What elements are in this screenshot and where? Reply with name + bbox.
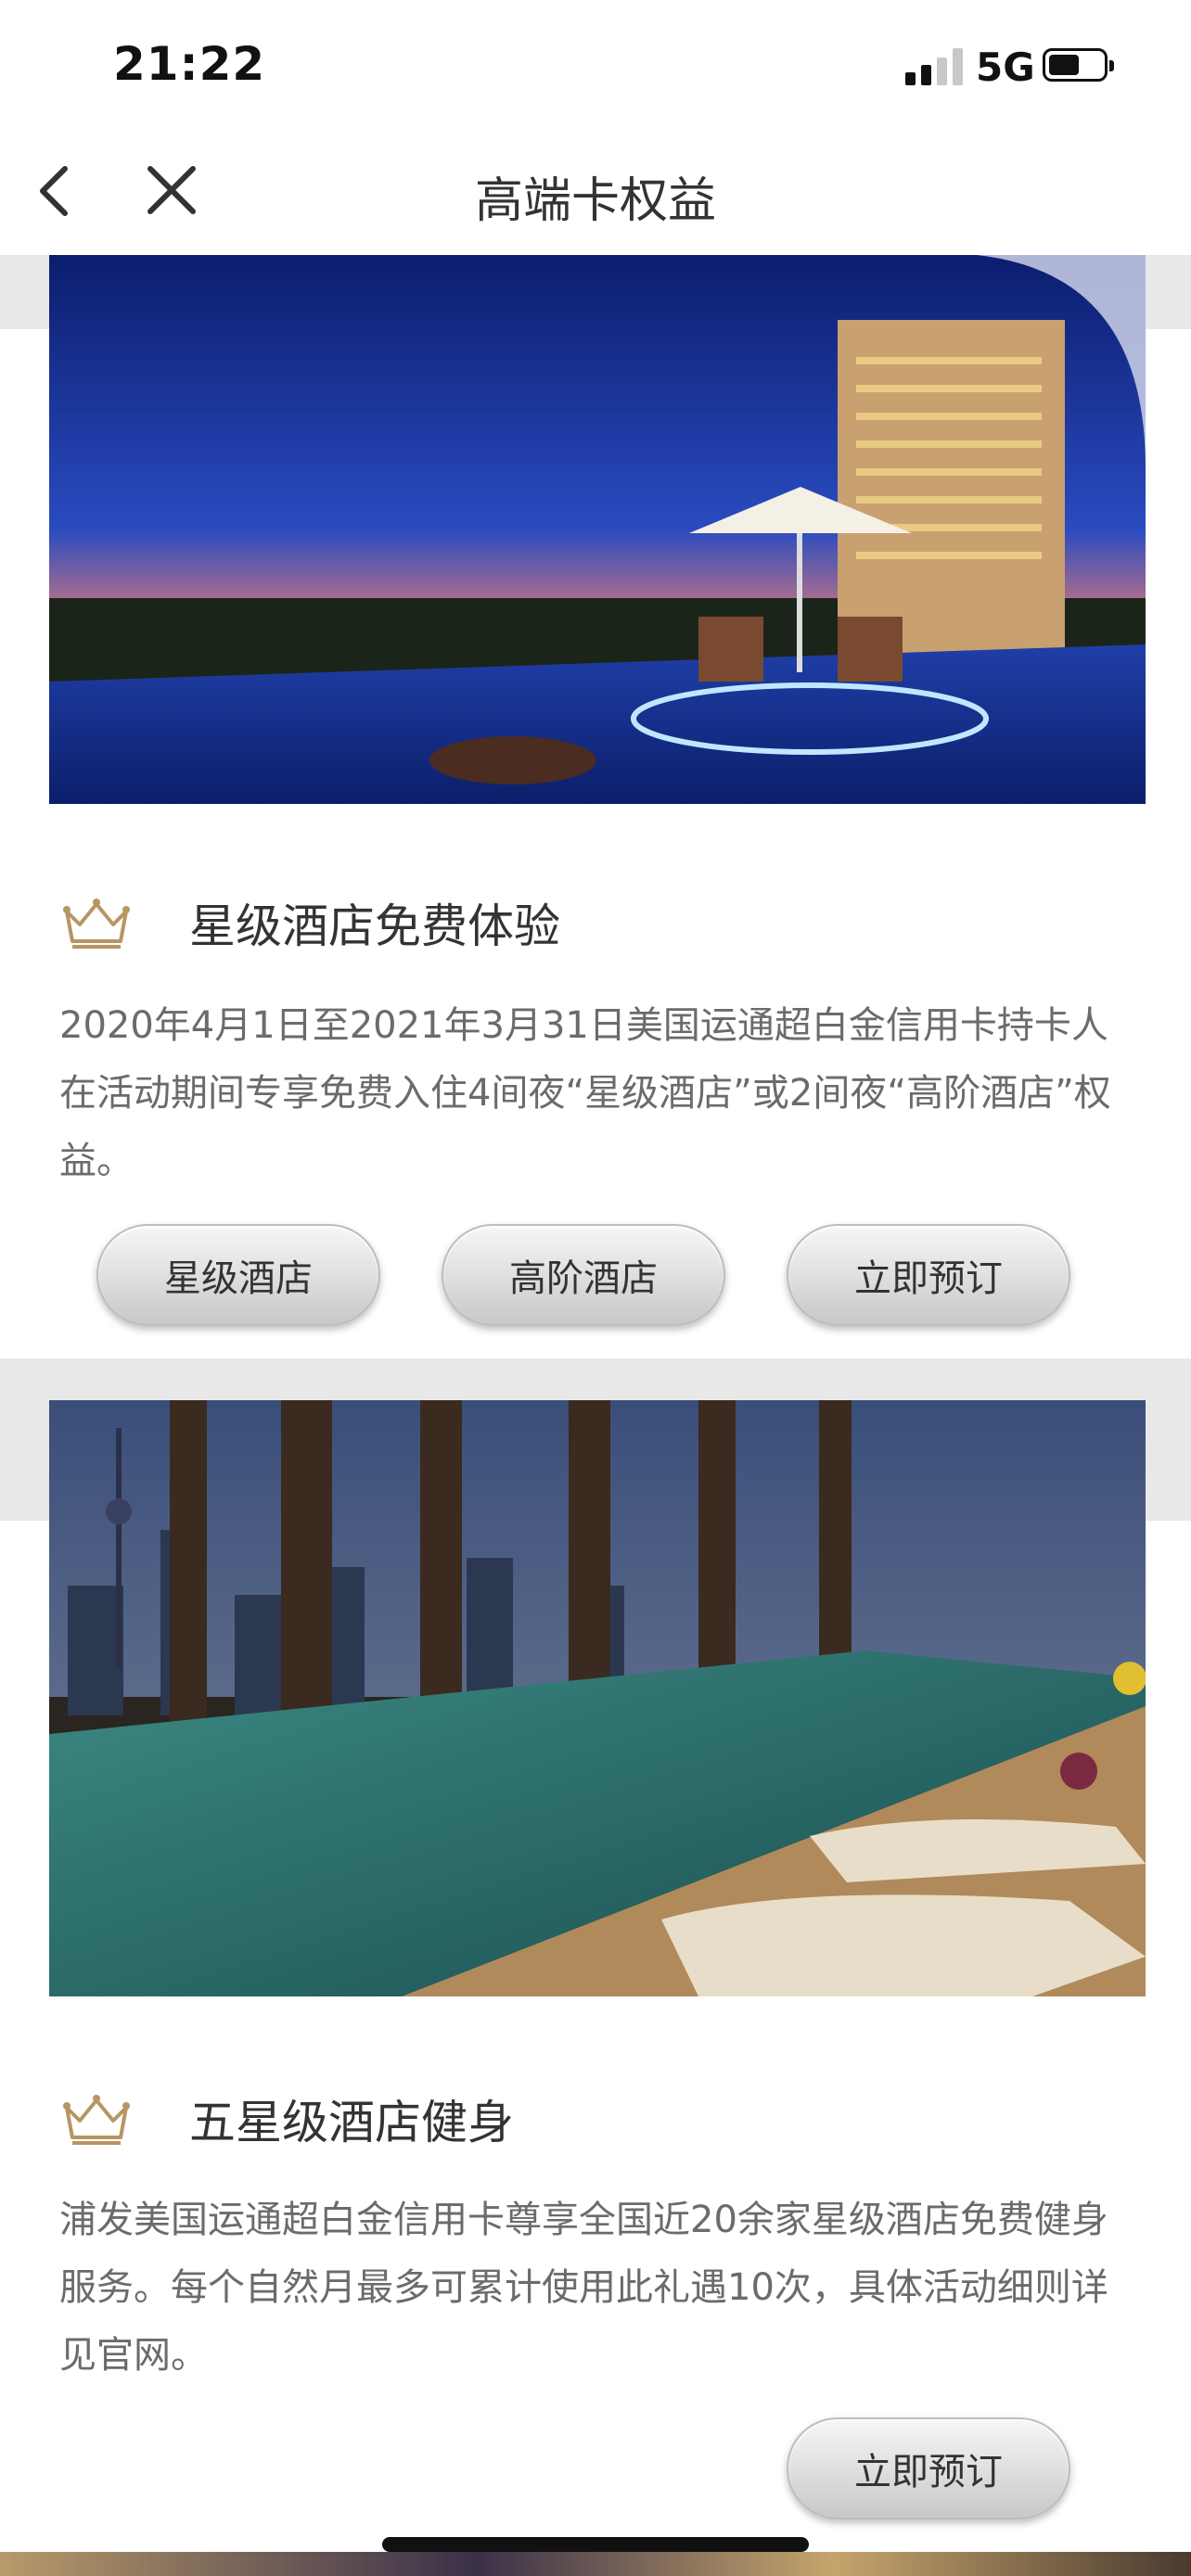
- hotel-pool-night-image: [49, 255, 1146, 804]
- benefit-header: 五星级酒店健身: [59, 2082, 514, 2156]
- signal-icon: [905, 48, 963, 85]
- book-now-button[interactable]: 立即预订: [787, 1224, 1070, 1326]
- crown-icon: [63, 2095, 130, 2145]
- home-indicator[interactable]: [382, 2537, 809, 2552]
- status-time: 21:22: [113, 37, 266, 91]
- benefit-card-hotel-stay: 星级酒店免费体验 2020年4月1日至2021年3月31日美国运通超白金信用卡持…: [0, 255, 1191, 1358]
- benefit-card-fitness: 五星级酒店健身 浦发美国运通超白金信用卡尊享全国近20余家星级酒店免费健身服务。…: [0, 1358, 1191, 2550]
- crown-icon: [63, 899, 130, 949]
- hotel-indoor-pool-image: [49, 1400, 1146, 1996]
- star-hotel-button[interactable]: 星级酒店: [96, 1224, 380, 1326]
- page-title: 高端卡权益: [474, 173, 716, 229]
- network-label: 5G: [976, 45, 1035, 90]
- benefit-description: 浦发美国运通超白金信用卡尊享全国近20余家星级酒店免费健身服务。每个自然月最多可…: [59, 2199, 1108, 2377]
- battery-icon: [1043, 48, 1114, 82]
- book-now-button[interactable]: 立即预订: [787, 2417, 1070, 2519]
- benefit-header: 星级酒店免费体验: [59, 886, 560, 960]
- next-card-image-edge: [0, 2552, 1191, 2576]
- benefit-title: 星级酒店免费体验: [189, 899, 560, 953]
- nav-bar: 高端卡权益: [0, 130, 1191, 255]
- status-bar: 21:22 5G: [0, 0, 1191, 130]
- premium-hotel-button[interactable]: 高阶酒店: [442, 1224, 725, 1326]
- benefit-description: 2020年4月1日至2021年3月31日美国运通超白金信用卡持卡人在活动期间专享…: [59, 1004, 1111, 1182]
- benefit-title: 五星级酒店健身: [189, 2096, 514, 2149]
